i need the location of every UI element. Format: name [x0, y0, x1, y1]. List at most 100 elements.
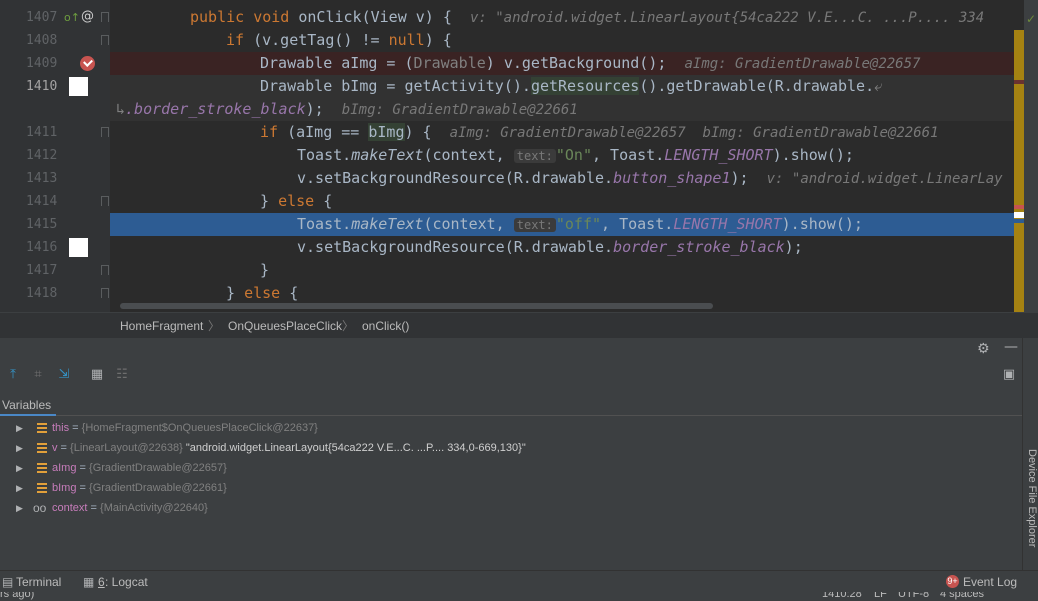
code-line[interactable]: } [110, 259, 1018, 282]
color-swatch-icon[interactable] [69, 238, 88, 257]
code-line[interactable]: } else { [110, 282, 1018, 305]
cursor-position[interactable]: 1410:28 [822, 592, 862, 600]
gutter-line[interactable]: 1409 [0, 52, 110, 75]
override-icon[interactable]: o↑ [64, 11, 80, 24]
variable-row[interactable]: ▶ v = {LinearLayout@22638} "android.widg… [0, 438, 1022, 458]
gutter-line[interactable]: 1416 [0, 236, 110, 259]
code-text: { [314, 192, 333, 210]
code-text: ) v.getBackground(); [485, 54, 667, 72]
code-string: "On" [555, 146, 592, 164]
gutter-line[interactable]: 1410 [0, 75, 110, 98]
breadcrumb-separator: 〉 [208, 319, 221, 333]
step-out-icon[interactable]: ⤒ [4, 366, 22, 384]
run-to-cursor-icon[interactable]: ⇲ [55, 366, 73, 384]
variable-row[interactable]: ▶ oo context = {MainActivity@22640} [0, 498, 1022, 518]
logcat-tab[interactable]: : Logcat [105, 575, 148, 589]
code-line-selected[interactable]: Toast.makeText(context, text: "off", Toas… [110, 213, 1018, 236]
fold-marker-icon[interactable] [101, 12, 109, 22]
breadcrumb-item[interactable]: HomeFragment [120, 319, 203, 333]
gutter-line[interactable]: 1418 [0, 282, 110, 305]
code-static-method: makeText [351, 215, 424, 233]
event-log-tab[interactable]: Event Log [963, 575, 1017, 589]
gutter-line[interactable]: 1408 [0, 29, 110, 52]
logcat-icon: ▦ [83, 575, 95, 589]
debug-inline-value: aImg: GradientDrawable@22657 bImg: Gradi… [449, 125, 939, 141]
layout-icon[interactable]: ▣ [1000, 366, 1018, 384]
evaluate-expression-icon[interactable]: ▦ [88, 366, 106, 384]
code-text: ).show(); [772, 146, 854, 164]
expand-arrow-icon[interactable]: ▶ [16, 458, 23, 478]
code-line[interactable]: v.setBackgroundResource(R.drawable.butto… [110, 167, 1018, 190]
line-number: 1418 [26, 286, 58, 301]
field-icon [37, 443, 47, 453]
fold-marker-icon[interactable] [101, 265, 109, 275]
breadcrumb-item[interactable]: OnQueuesPlaceClick [228, 319, 342, 333]
fold-marker-icon[interactable] [101, 196, 109, 206]
gutter-line[interactable]: 1411 [0, 121, 110, 144]
code-line[interactable]: Toast.makeText(context, text: "On", Toast… [110, 144, 1018, 167]
code-line-breakpoint[interactable]: Drawable aImg = (Drawable) v.getBackgrou… [110, 52, 1018, 75]
code-text: ) { [424, 31, 452, 49]
variable-row[interactable]: ▶ aImg = {GradientDrawable@22657} [0, 458, 1022, 478]
gutter-line[interactable]: 1417 [0, 259, 110, 282]
code-line[interactable]: public void onClick(View v) { v: "androi… [110, 6, 1018, 29]
gutter-line[interactable]: 1413 [0, 167, 110, 190]
device-file-explorer-tab[interactable]: Device File Explorer [1022, 438, 1038, 558]
file-encoding[interactable]: UTF-8 [898, 592, 929, 600]
color-swatch-icon[interactable] [69, 77, 88, 96]
gutter-line[interactable]: 1414 [0, 190, 110, 213]
expand-arrow-icon[interactable]: ▶ [16, 478, 23, 498]
code-editor[interactable]: 1407 o↑ @ 1408 1409 1410 1411 1412 1413 [0, 0, 1038, 312]
horizontal-scrollbar[interactable] [120, 303, 713, 309]
code-text: (context, [423, 215, 514, 233]
debug-inline-value: aImg: GradientDrawable@22657 [684, 56, 921, 72]
trace-icon[interactable]: ☷ [113, 366, 131, 384]
debug-panel: ⚙ — ⤒ ⌗ ⇲ ▦ ☷ ▣ Variables ▶ this = {Home… [0, 338, 1038, 601]
annotation-icon[interactable]: @ [81, 9, 94, 24]
variables-tab[interactable]: Variables [2, 398, 51, 412]
terminal-icon: ▤ [2, 575, 14, 589]
variable-row[interactable]: ▶ this = {HomeFragment$OnQueuesPlaceClic… [0, 418, 1022, 438]
code-line-current[interactable]: Drawable bImg = getActivity().getResourc… [110, 75, 1018, 98]
breadcrumb-item[interactable]: onClick() [362, 319, 409, 333]
code-line-wrapped[interactable]: ↳.border_stroke_black); bImg: GradientDr… [110, 98, 1018, 121]
fold-marker-icon[interactable] [101, 35, 109, 45]
expand-arrow-icon[interactable]: ▶ [16, 498, 23, 518]
gutter-line[interactable]: 1412 [0, 144, 110, 167]
indent-setting[interactable]: 4 spaces [940, 592, 984, 600]
code-line[interactable]: if (aImg == bImg) { aImg: GradientDrawab… [110, 121, 1018, 144]
gutter-line[interactable] [0, 98, 110, 121]
keyword: if [226, 31, 245, 49]
line-separator[interactable]: LF [874, 592, 887, 600]
inspection-status-icon[interactable]: ✓ [1024, 12, 1038, 26]
variable-row[interactable]: ▶ bImg = {GradientDrawable@22661} [0, 478, 1022, 498]
fold-marker-icon[interactable] [101, 288, 109, 298]
minimize-icon[interactable]: — [1004, 339, 1018, 355]
line-gutter[interactable]: 1407 o↑ @ 1408 1409 1410 1411 1412 1413 [0, 0, 110, 312]
fold-marker-icon[interactable] [101, 127, 109, 137]
expand-arrow-icon[interactable]: ▶ [16, 418, 23, 438]
field-icon [37, 463, 47, 473]
settings-icon[interactable]: ⚙ [977, 341, 990, 357]
code-lines[interactable]: public void onClick(View v) { v: "androi… [110, 0, 1018, 312]
expand-arrow-icon[interactable]: ▶ [16, 438, 23, 458]
keyword: null [388, 31, 425, 49]
variable-eq: = [69, 422, 82, 434]
terminal-tab[interactable]: Terminal [16, 575, 61, 589]
variable-type: {MainActivity@22640} [100, 502, 208, 514]
code-text: , Toast. [592, 146, 665, 164]
gutter-line[interactable]: 1415 [0, 213, 110, 236]
logcat-tab-number[interactable]: 6 [98, 575, 105, 589]
code-text: ); [730, 169, 749, 187]
line-number: 1415 [26, 217, 58, 232]
gutter-line[interactable]: 1407 o↑ @ [0, 6, 110, 29]
code-line[interactable]: } else { [110, 190, 1018, 213]
code-text: v.setBackgroundResource(R.drawable. [297, 169, 614, 187]
variable-type: {GradientDrawable@22661} [89, 482, 227, 494]
drop-frame-icon[interactable]: ⌗ [29, 366, 47, 384]
keyword: if [260, 123, 279, 141]
code-line[interactable]: v.setBackgroundResource(R.drawable.borde… [110, 236, 1018, 259]
breakpoint-icon[interactable] [80, 56, 95, 71]
code-line[interactable]: if (v.getTag() != null) { [110, 29, 1018, 52]
error-stripe[interactable] [1014, 0, 1026, 312]
